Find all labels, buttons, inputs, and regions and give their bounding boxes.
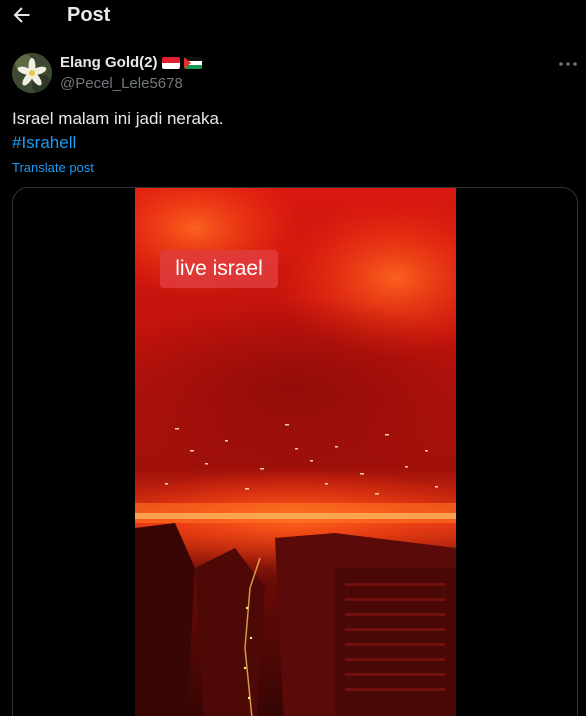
arrow-left-icon bbox=[13, 7, 30, 23]
page-title: Post bbox=[67, 4, 111, 26]
media-card: live israel bbox=[12, 187, 578, 716]
more-options-button[interactable] bbox=[556, 52, 580, 76]
display-name-row[interactable]: Elang Gold(2) bbox=[60, 54, 202, 72]
back-button[interactable] bbox=[10, 3, 34, 27]
top-bar: Post bbox=[0, 0, 586, 30]
hashtag-link[interactable]: #Israhell bbox=[12, 131, 76, 155]
display-name[interactable]: Elang Gold(2) bbox=[60, 54, 158, 72]
indonesia-flag-icon bbox=[161, 57, 180, 69]
tweet-text: Israel malam ini jadi neraka. bbox=[12, 109, 224, 128]
avatar[interactable] bbox=[12, 53, 52, 93]
translate-post-link[interactable]: Translate post bbox=[12, 159, 94, 176]
more-dots-icon bbox=[559, 62, 577, 66]
video-player[interactable]: live israel bbox=[135, 188, 456, 716]
user-handle[interactable]: @Pecel_Lele5678 bbox=[60, 75, 183, 93]
video-overlay-label: live israel bbox=[160, 250, 278, 288]
palestine-flag-icon bbox=[183, 57, 202, 69]
